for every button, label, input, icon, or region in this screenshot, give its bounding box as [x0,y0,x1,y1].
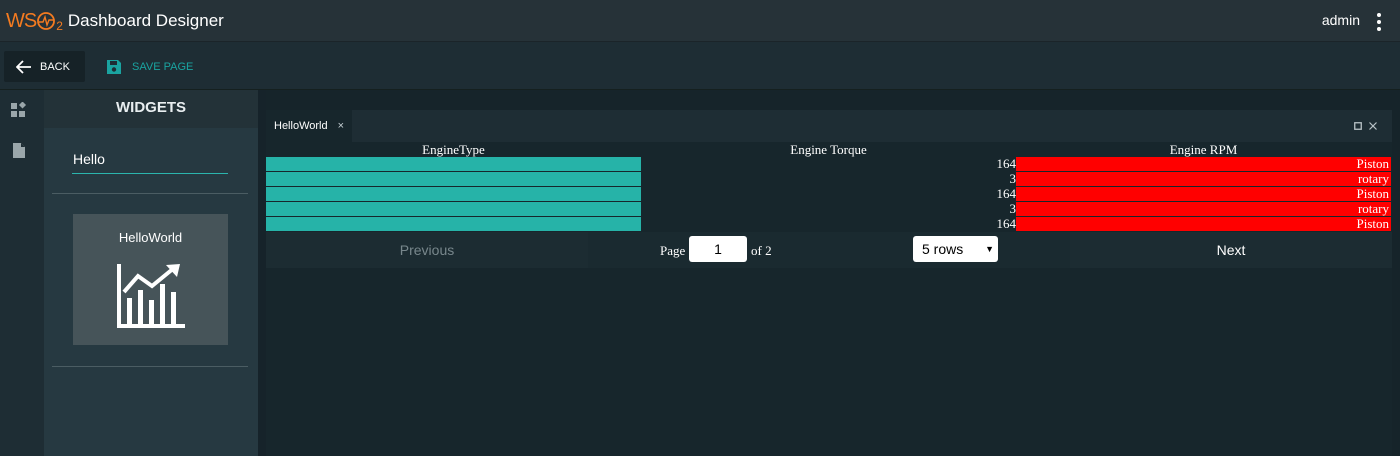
save-page-button[interactable]: SAVE PAGE [106,55,193,79]
widget-card-helloworld[interactable]: HelloWorld [73,214,228,345]
close-icon[interactable] [1369,122,1377,130]
engine-rpm-cell: Piston [1016,217,1391,231]
save-page-label: SAVE PAGE [132,61,194,73]
maximize-icon[interactable] [1354,122,1362,130]
back-button[interactable]: BACK [4,51,85,82]
app-bar: WS 2 Dashboard Designer admin [0,0,1400,42]
table-pagination: Previous Page 1 of 2 5 rows ▼ Next [266,232,1392,268]
table-row: 3 rotary [266,202,1392,217]
column-header-engine-type: EngineType [422,142,485,157]
page-number-input[interactable]: 1 [689,236,747,262]
panel-divider-bottom [52,366,248,367]
engine-rpm-cell: rotary [1016,172,1391,186]
rows-per-page-select[interactable]: 5 rows ▼ [913,236,998,262]
previous-page-button[interactable]: Previous [266,232,588,268]
tab-helloworld[interactable]: HelloWorld × [266,110,352,142]
widget-search-input[interactable]: Hello [72,148,228,174]
engine-torque-cell: 164 [996,216,1017,231]
engine-type-cell [266,172,641,186]
user-menu-name[interactable]: admin [1322,12,1360,28]
engine-type-cell [266,202,641,216]
table-row: 164 Piston [266,157,1392,172]
page-icon[interactable] [12,142,26,159]
floppy-disk-icon [107,60,121,74]
more-vert-icon[interactable] [1376,13,1382,31]
logo-o-icon [37,11,56,30]
tab-close-icon[interactable]: × [338,120,344,132]
canvas-gutter [258,90,266,456]
engine-rpm-cell: Piston [1016,157,1391,171]
dashboard-canvas: HelloWorld × EngineType Engine Torque En… [266,90,1400,456]
wso2-logo: WS 2 [6,9,63,33]
app-title: Dashboard Designer [67,10,224,30]
tab-label: HelloWorld [274,120,328,132]
engine-type-cell [266,187,641,201]
page-count-label: of 2 [751,243,772,258]
widgets-heading: WIDGETS [44,90,258,128]
designer-toolbar: BACK SAVE PAGE [0,42,1400,90]
helloworld-widget: HelloWorld × EngineType Engine Torque En… [266,110,1392,456]
engine-rpm-cell: Piston [1016,187,1391,201]
engine-type-cell [266,157,641,171]
table-row: 164 Piston [266,217,1392,232]
next-page-button[interactable]: Next [1070,232,1392,268]
engine-torque-cell: 164 [996,156,1017,171]
table-row: 3 rotary [266,172,1392,187]
chart-growth-icon [117,264,185,328]
engine-rpm-cell: rotary [1016,202,1391,216]
dropdown-caret-icon: ▼ [985,244,994,254]
widget-tab-bar: HelloWorld × [266,110,1392,142]
engine-torque-cell: 3 [1009,171,1017,186]
left-rail [0,90,44,456]
panel-divider [52,193,248,194]
widgets-panel: WIDGETS Hello HelloWorld [44,90,258,456]
table-row: 164 Piston [266,187,1392,202]
engine-torque-cell: 164 [996,186,1017,201]
column-header-engine-rpm: Engine RPM [1169,142,1238,157]
page-label: Page [660,243,686,258]
column-header-engine-torque: Engine Torque [790,142,867,157]
rows-per-page-value: 5 rows [922,241,964,257]
widgets-icon[interactable] [10,102,28,118]
engine-type-cell [266,217,641,231]
engine-torque-cell: 3 [1009,201,1017,216]
widget-card-label: HelloWorld [118,230,183,245]
arrow-left-icon [16,59,31,74]
back-button-label: BACK [40,60,70,73]
